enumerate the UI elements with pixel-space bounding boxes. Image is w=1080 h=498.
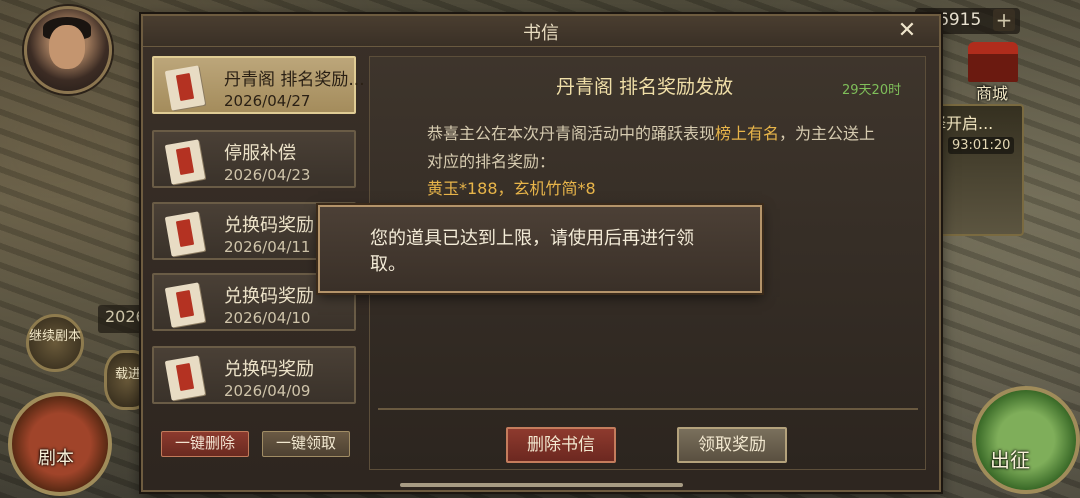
letter-name: 兑换码奖励 <box>224 286 314 307</box>
currency-value: 6915 <box>938 10 982 30</box>
letter-date: 2026/04/11 <box>224 238 311 256</box>
mail-rewards: 黄玉*188，玄机竹简*8 <box>427 179 596 198</box>
toast-message: 您的道具已达到上限，请使用后再进行领取。 <box>370 228 694 275</box>
letter-icon <box>164 210 206 257</box>
mail-body: 恭喜主公在本次丹青阁活动中的踊跃表现榜上有名，为主公送上对应的排名奖励： <box>427 120 877 176</box>
dialog-header: 书信 <box>143 16 939 47</box>
claim-all-button[interactable]: 一键领取 <box>262 431 350 457</box>
close-icon[interactable]: ✕ <box>893 19 921 43</box>
letter-date: 2026/04/09 <box>224 382 311 400</box>
letter-name: 兑换码奖励 <box>224 359 314 380</box>
expedition-button[interactable] <box>972 386 1080 494</box>
shop-label[interactable]: 商城 <box>976 80 1008 104</box>
currency-add-button[interactable]: + <box>993 9 1015 31</box>
player-avatar[interactable] <box>24 6 112 94</box>
letter-icon <box>164 281 206 328</box>
letter-date: 2026/04/27 <box>224 92 311 110</box>
delete-all-button[interactable]: 一键删除 <box>161 431 249 457</box>
year-text: 2026 <box>105 307 146 326</box>
shop-icon[interactable] <box>968 42 1018 82</box>
letter-date: 2026/04/10 <box>224 309 311 327</box>
mail-remaining-time: 29天20时 <box>842 83 902 98</box>
mail-body-text-1: 恭喜主公在本次丹青阁活动中的踊跃表现 <box>427 124 716 143</box>
letter-item-1[interactable]: 丹青阁 排名奖励... 2026/04/27 <box>152 56 365 114</box>
letter-name: 丹青阁 排名奖励... <box>224 70 365 90</box>
scroll-indicator <box>400 483 683 487</box>
letter-icon <box>164 354 206 401</box>
letter-name: 兑换码奖励 <box>224 215 314 236</box>
letter-item-2[interactable]: 停服补偿 2026/04/23 <box>152 130 356 188</box>
panel-divider <box>378 408 918 410</box>
mail-body-highlight: 榜上有名 <box>715 124 780 143</box>
expedition-label: 出征 <box>990 448 1030 472</box>
mail-title: 丹青阁 排名奖励发放 <box>556 76 734 98</box>
letter-icon <box>164 64 206 111</box>
avatar-face <box>49 25 85 69</box>
letter-date: 2026/04/23 <box>224 166 311 184</box>
letter-item-5[interactable]: 兑换码奖励 2026/04/09 <box>152 346 356 404</box>
delete-letter-button[interactable]: 删除书信 <box>506 427 616 463</box>
continue-script-button[interactable]: 继续剧本 <box>26 314 84 372</box>
dialog-title: 书信 <box>523 23 559 44</box>
letter-name: 停服补偿 <box>224 143 296 164</box>
event-timer: 93:01:20 <box>948 137 1015 154</box>
letter-icon <box>164 138 206 185</box>
script-label: 剧本 <box>38 448 74 469</box>
claim-reward-button[interactable]: 领取奖励 <box>677 427 787 463</box>
